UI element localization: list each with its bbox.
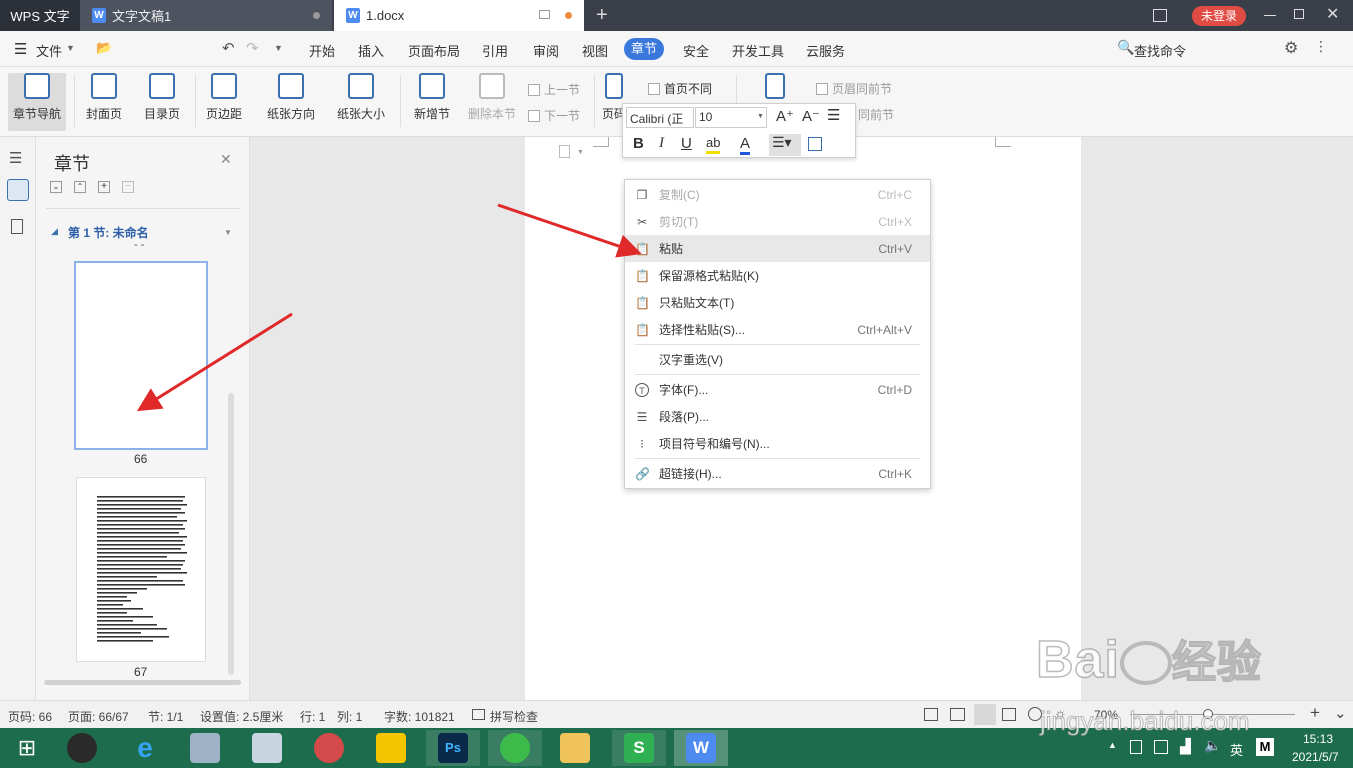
taskbar-app-monitor[interactable] <box>240 730 294 766</box>
status-section[interactable]: 节: 1/1 <box>148 708 183 725</box>
taskbar-app-photoshop[interactable]: Ps <box>426 730 480 766</box>
arrow-to-paste <box>497 203 642 258</box>
status-row: 行: 1 <box>300 710 326 724</box>
status-setting[interactable]: 设置值: 2.5厘米 <box>200 708 283 725</box>
wps-sheets-icon: S <box>624 733 654 763</box>
taskbar-app-sheets[interactable]: S <box>612 730 666 766</box>
page-view-icon[interactable] <box>974 704 996 725</box>
wps-writer-icon: W <box>686 733 716 763</box>
start-button[interactable]: ⊞ <box>0 730 54 766</box>
player-icon <box>376 733 406 763</box>
clock-time[interactable]: 15:13 <box>1303 732 1333 746</box>
paw-icon <box>1119 641 1172 686</box>
network-icon[interactable]: ▟ <box>1180 738 1191 755</box>
monitor-app-icon <box>252 733 282 763</box>
volume-icon[interactable]: 🔈 <box>1204 737 1221 754</box>
zoom-menu-icon[interactable]: ⌄ <box>1334 704 1347 722</box>
ime-indicator[interactable]: 英 <box>1230 740 1243 759</box>
taskbar-app-explorer[interactable] <box>548 730 602 766</box>
tool-icon <box>314 733 344 763</box>
zoom-in-icon[interactable]: + <box>1310 703 1320 723</box>
read-mode-icon[interactable] <box>950 708 965 721</box>
ie-icon: e <box>137 732 153 763</box>
taskbar-app-tool[interactable] <box>302 730 356 766</box>
tray-flag-icon[interactable] <box>1154 740 1168 754</box>
calculator-icon <box>190 733 220 763</box>
folder-icon <box>560 733 590 763</box>
outline-view-icon[interactable] <box>1002 708 1016 721</box>
watermark-url: jingyan.baidu.com <box>1040 706 1251 737</box>
tray-up-icon[interactable]: ▲ <box>1108 740 1117 750</box>
status-pages[interactable]: 页面: 66/67 <box>68 708 129 725</box>
taskbar-app-audio[interactable] <box>55 730 109 766</box>
watermark-text: Bai <box>1035 630 1120 690</box>
taskbar-app-writer[interactable]: W <box>674 730 728 766</box>
status-word-count[interactable]: 字数: 101821 <box>384 708 455 725</box>
watermark-logo: Bai 经验 <box>1035 626 1262 690</box>
spell-check-button[interactable]: 拼写检查 <box>490 708 538 725</box>
arrow-to-thumbnail <box>136 312 293 412</box>
windows-logo-icon: ⊞ <box>17 735 37 760</box>
taskbar-app-calculator[interactable] <box>178 730 232 766</box>
fullscreen-icon[interactable] <box>924 708 938 721</box>
taskbar-app-ie[interactable]: e <box>118 730 172 766</box>
tray-device-icon[interactable] <box>1130 740 1142 754</box>
taskbar-app-player[interactable] <box>364 730 418 766</box>
audio-app-icon <box>67 733 97 763</box>
ime-mode-icon[interactable]: M <box>1256 738 1274 756</box>
watermark-text: 经验 <box>1171 637 1262 688</box>
taskbar-app-browser[interactable] <box>488 730 542 766</box>
clock-date[interactable]: 2021/5/7 <box>1292 750 1339 764</box>
photoshop-icon: Ps <box>438 733 468 763</box>
spell-check-icon <box>472 709 485 720</box>
status-page[interactable]: 页码: 66 <box>8 708 52 725</box>
browser-icon <box>500 733 530 763</box>
status-col: 列: 1 <box>337 710 363 724</box>
